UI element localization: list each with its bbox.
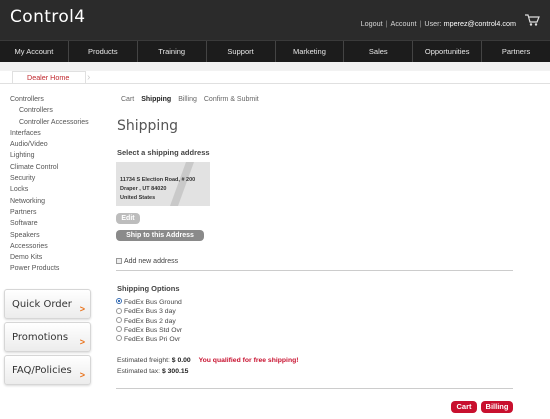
breadcrumb-dealer-home[interactable]: Dealer Home › <box>12 71 90 83</box>
nav-partners[interactable]: Partners <box>482 41 550 62</box>
step-confirm-submit[interactable]: Confirm & Submit <box>204 96 259 103</box>
sidebar-item-controllers[interactable]: Controllers <box>10 94 95 105</box>
arrow-right-icon: > <box>79 337 85 347</box>
sidebar-item-audio-video[interactable]: Audio/Video <box>10 139 95 150</box>
nav-support[interactable]: Support <box>207 41 276 62</box>
sidebar-item-speakers[interactable]: Speakers <box>10 230 95 241</box>
user-email: mperez@control4.com <box>443 19 516 28</box>
radio[interactable] <box>116 335 122 342</box>
breadcrumb-label: Dealer Home <box>27 73 70 82</box>
separator: | <box>419 19 422 28</box>
address-card[interactable]: 11734 S Election Road, # 200 Draper , UT… <box>116 162 210 206</box>
radio[interactable] <box>116 307 122 314</box>
divider <box>116 388 513 389</box>
sidebar-item-security[interactable]: Security <box>10 173 95 184</box>
shipping-options-list: FedEx Bus Ground FedEx Bus 3 day FedEx B… <box>116 298 182 344</box>
faq-policies-button[interactable]: FAQ/Policies > <box>4 355 91 385</box>
nav-products[interactable]: Products <box>69 41 138 62</box>
sidebar-item-power-products[interactable]: Power Products <box>10 263 95 274</box>
step-billing[interactable]: Billing <box>178 96 197 103</box>
account-link[interactable]: Account <box>391 19 417 28</box>
step-shipping: Shipping <box>141 96 172 103</box>
free-shipping-message: You qualified for free shipping! <box>198 357 299 364</box>
page-title: Shipping <box>117 118 179 134</box>
sidebar-item-lighting[interactable]: Lighting <box>10 150 95 161</box>
shopping-cart-icon[interactable] <box>524 13 540 27</box>
divider <box>116 270 513 271</box>
select-address-heading: Select a shipping address <box>117 148 210 157</box>
user-links: Logout | Account | User: mperez@control4.com <box>361 19 516 28</box>
nav-my-account[interactable]: My Account <box>0 41 69 62</box>
option-label: FedEx Bus Pri Ovr <box>124 336 181 344</box>
quick-order-label: Quick Order <box>12 299 72 310</box>
radio-selected[interactable] <box>116 298 122 305</box>
tax-value: $ 300.15 <box>161 368 189 375</box>
sidebar-item-controllers-sub[interactable]: Controllers <box>10 105 95 116</box>
nav-sales[interactable]: Sales <box>344 41 414 62</box>
sidebar-item-partners[interactable]: Partners <box>10 207 95 218</box>
sidebar-item-accessories[interactable]: Accessories <box>10 241 95 252</box>
shipping-option-fedex-std-ovr[interactable]: FedEx Bus Std Ovr <box>116 326 182 335</box>
sidebar-item-controller-accessories[interactable]: Controller Accessories <box>10 117 95 128</box>
address-line-3: United States <box>120 195 156 201</box>
continue-billing-button[interactable]: Billing <box>481 401 513 413</box>
nav-opportunities[interactable]: Opportunities <box>413 41 483 62</box>
nav-marketing[interactable]: Marketing <box>276 41 345 62</box>
sidebar-item-software[interactable]: Software <box>10 218 95 229</box>
checkmark-icon <box>169 162 195 206</box>
promotions-button[interactable]: Promotions > <box>4 322 91 352</box>
option-label: FedEx Bus 2 day <box>124 317 176 325</box>
shipping-options-heading: Shipping Options <box>117 284 180 293</box>
arrow-right-icon: > <box>79 304 85 314</box>
faq-policies-label: FAQ/Policies <box>12 365 72 376</box>
checkout-steps: Cart Shipping Billing Confirm & Submit <box>121 96 266 103</box>
option-label: FedEx Bus Std Ovr <box>124 326 183 334</box>
sidebar-item-interfaces[interactable]: Interfaces <box>10 128 95 139</box>
edit-address-button[interactable]: Edit <box>116 213 140 224</box>
arrow-right-icon: > <box>79 370 85 380</box>
top-bar: Control4 Logout | Account | User: mperez@con… <box>0 0 550 40</box>
breadcrumb: Dealer Home › <box>0 62 550 84</box>
sidebar-item-climate-control[interactable]: Climate Control <box>10 162 95 173</box>
add-new-address-label: Add new address <box>124 258 179 265</box>
sidebar-nav: Controllers Controllers Controller Acces… <box>10 94 95 275</box>
user-label: User: <box>424 19 442 28</box>
tax-label: Estimated tax: <box>117 368 161 375</box>
address-line-2: Draper , UT 84020 <box>120 186 167 192</box>
freight-label: Estimated freight: <box>117 357 170 364</box>
sidebar-item-locks[interactable]: Locks <box>10 184 95 195</box>
shipping-option-fedex-ground[interactable]: FedEx Bus Ground <box>116 298 182 307</box>
shipping-option-fedex-pri-ovr[interactable]: FedEx Bus Pri Ovr <box>116 335 182 344</box>
add-new-address-checkbox[interactable] <box>116 258 122 264</box>
ship-to-address-button[interactable]: Ship to this Address <box>116 230 204 241</box>
radio[interactable] <box>116 326 122 333</box>
radio[interactable] <box>116 316 122 323</box>
step-cart[interactable]: Cart <box>121 96 134 103</box>
logout-link[interactable]: Logout <box>361 19 383 28</box>
chevron-right-icon: › <box>87 72 91 83</box>
main-nav: My Account Products Training Support Mar… <box>0 40 550 62</box>
back-to-cart-button[interactable]: Cart <box>451 401 477 413</box>
freight-value: $ 0.00 <box>171 357 191 364</box>
address-line-1: 11734 S Election Road, # 200 <box>120 177 196 183</box>
shipping-option-fedex-2day[interactable]: FedEx Bus 2 day <box>116 316 182 326</box>
estimated-tax: Estimated tax: $ 300.15 <box>117 368 188 375</box>
option-label: FedEx Bus 3 day <box>124 308 176 316</box>
quick-order-button[interactable]: Quick Order > <box>4 289 91 319</box>
sidebar-item-demo-kits[interactable]: Demo Kits <box>10 252 95 263</box>
add-new-address[interactable]: Add new address <box>116 258 178 265</box>
estimated-freight: Estimated freight: $ 0.00 You qualified … <box>117 357 299 364</box>
control4-logo[interactable]: Control4 <box>10 7 85 27</box>
shipping-option-fedex-3day[interactable]: FedEx Bus 3 day <box>116 307 182 316</box>
sidebar-item-networking[interactable]: Networking <box>10 196 95 207</box>
option-label: FedEx Bus Ground <box>124 299 182 306</box>
separator: | <box>385 19 388 28</box>
nav-training[interactable]: Training <box>138 41 207 62</box>
promotions-label: Promotions <box>12 332 69 343</box>
